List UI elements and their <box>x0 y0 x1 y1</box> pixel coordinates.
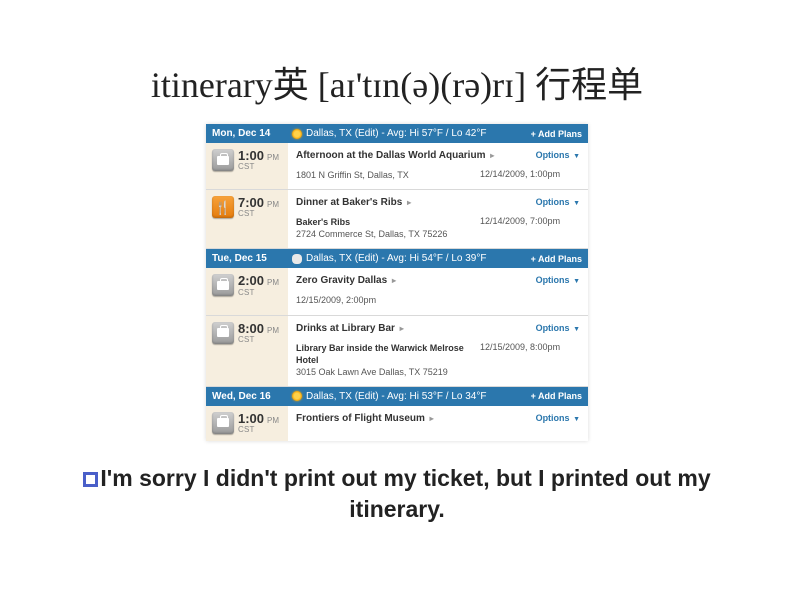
chevron-right-icon: ▸ <box>490 151 494 160</box>
event-datetime: 12/14/2009, 7:00pm <box>480 216 580 240</box>
caret-down-icon: ▼ <box>573 326 580 333</box>
chevron-right-icon: ▸ <box>430 414 434 423</box>
day-header: Wed, Dec 16 Dallas, TX (Edit) - Avg: Hi 5… <box>206 387 588 406</box>
day-weather: Dallas, TX (Edit) - Avg: Hi 53°F / Lo 34… <box>292 391 531 402</box>
event-time-col: 🍴 7:00PMCST <box>206 190 288 248</box>
event-tz: CST <box>238 336 279 345</box>
suitcase-icon <box>212 412 234 434</box>
chevron-right-icon: ▸ <box>400 324 404 333</box>
event-ampm: PM <box>267 417 279 426</box>
day-weather: Dallas, TX (Edit) - Avg: Hi 54°F / Lo 39… <box>292 253 531 264</box>
weather-text: Dallas, TX (Edit) - Avg: Hi 54°F / Lo 39… <box>306 253 486 264</box>
event-location: Library Bar inside the Warwick Melrose H… <box>296 342 480 378</box>
chevron-right-icon: ▸ <box>392 276 396 285</box>
example-sentence: I'm sorry I didn't print out my ticket, … <box>0 463 794 525</box>
options-link[interactable]: Options ▼ <box>536 413 580 423</box>
sun-icon <box>292 129 302 139</box>
sentence-text: I'm sorry I didn't print out my ticket, … <box>100 465 710 522</box>
event-time-col: 1:00PMCST <box>206 143 288 189</box>
event-row: 8:00PMCSTOptions ▼Drinks at Library Bar … <box>206 316 588 387</box>
suitcase-icon <box>212 149 234 171</box>
event-ampm: PM <box>267 201 279 210</box>
event-time-col: 1:00PMCST <box>206 406 288 441</box>
event-tz: CST <box>238 163 279 172</box>
event-tz: CST <box>238 426 279 435</box>
day-date: Mon, Dec 14 <box>212 128 292 139</box>
day-weather: Dallas, TX (Edit) - Avg: Hi 57°F / Lo 42… <box>292 128 531 139</box>
event-time: 8:00 <box>238 322 264 336</box>
event-ampm: PM <box>267 279 279 288</box>
suitcase-icon <box>212 322 234 344</box>
options-link[interactable]: Options ▼ <box>536 323 580 333</box>
caret-down-icon: ▼ <box>573 200 580 207</box>
event-location: 1801 N Griffin St, Dallas, TX <box>296 169 480 181</box>
caret-down-icon: ▼ <box>573 416 580 423</box>
options-link[interactable]: Options ▼ <box>536 150 580 160</box>
event-time: 2:00 <box>238 274 264 288</box>
event-time: 1:00 <box>238 412 264 426</box>
day-date: Wed, Dec 16 <box>212 391 292 402</box>
event-datetime: 12/15/2009, 8:00pm <box>480 342 580 378</box>
event-tz: CST <box>238 210 279 219</box>
day-header: Tue, Dec 15 Dallas, TX (Edit) - Avg: Hi 5… <box>206 249 588 268</box>
event-time-col: 8:00PMCST <box>206 316 288 386</box>
event-location: Baker's Ribs2724 Commerce St, Dallas, TX… <box>296 216 480 240</box>
page-title: itinerary英 [aɪ'tɪn(ə)(rə)rɪ] 行程单 <box>0 0 794 124</box>
event-row: 2:00PMCSTOptions ▼Zero Gravity Dallas ▸1… <box>206 268 588 315</box>
weather-text: Dallas, TX (Edit) - Avg: Hi 53°F / Lo 34… <box>306 391 486 402</box>
event-row: 🍴7:00PMCSTOptions ▼Dinner at Baker's Rib… <box>206 190 588 249</box>
event-row: 1:00PMCSTOptions ▼Afternoon at the Dalla… <box>206 143 588 190</box>
day-header: Mon, Dec 14 Dallas, TX (Edit) - Avg: Hi 5… <box>206 124 588 143</box>
day-date: Tue, Dec 15 <box>212 253 292 264</box>
event-datetime: 12/14/2009, 1:00pm <box>480 169 580 181</box>
event-ampm: PM <box>267 154 279 163</box>
suitcase-icon <box>212 274 234 296</box>
caret-down-icon: ▼ <box>573 278 580 285</box>
cloud-icon <box>292 254 302 264</box>
food-icon: 🍴 <box>212 196 234 218</box>
event-time-col: 2:00PMCST <box>206 268 288 314</box>
weather-text: Dallas, TX (Edit) - Avg: Hi 57°F / Lo 42… <box>306 128 486 139</box>
sun-icon <box>292 391 302 401</box>
add-plans-link[interactable]: + Add Plans <box>531 391 582 401</box>
add-plans-link[interactable]: + Add Plans <box>531 254 582 264</box>
caret-down-icon: ▼ <box>573 153 580 160</box>
itinerary-widget: Mon, Dec 14 Dallas, TX (Edit) - Avg: Hi 5… <box>206 124 588 441</box>
event-location: 12/15/2009, 2:00pm <box>296 294 580 306</box>
event-time: 1:00 <box>238 149 264 163</box>
add-plans-link[interactable]: + Add Plans <box>531 129 582 139</box>
options-link[interactable]: Options ▼ <box>536 197 580 207</box>
event-tz: CST <box>238 289 279 298</box>
bullet-icon <box>83 472 98 487</box>
options-link[interactable]: Options ▼ <box>536 275 580 285</box>
chevron-right-icon: ▸ <box>407 198 411 207</box>
event-time: 7:00 <box>238 196 264 210</box>
event-row: 1:00PMCSTOptions ▼Frontiers of Flight Mu… <box>206 406 588 441</box>
event-ampm: PM <box>267 327 279 336</box>
